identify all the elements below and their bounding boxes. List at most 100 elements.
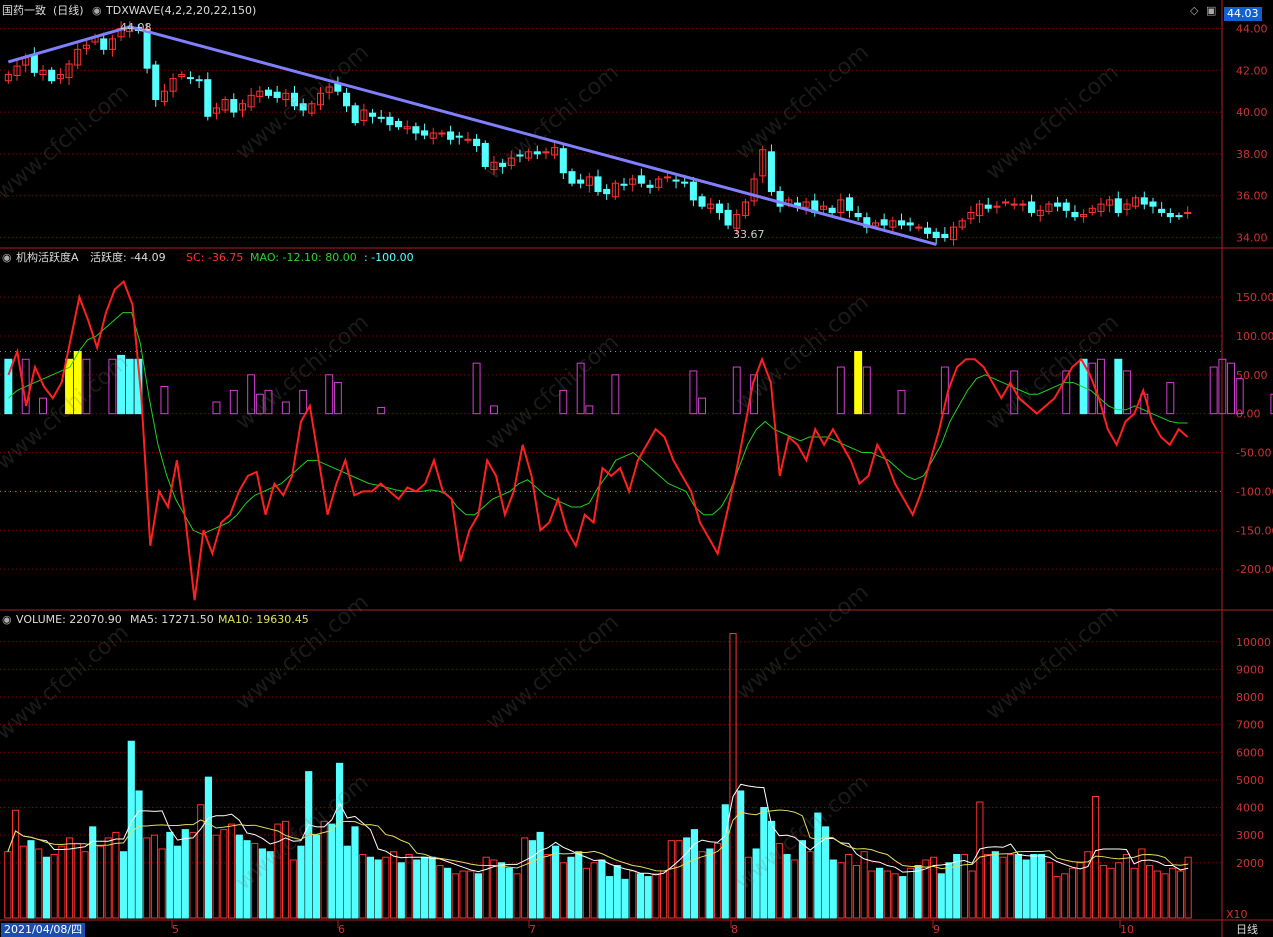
volume-bar — [1022, 859, 1030, 919]
candle-body — [646, 184, 654, 188]
candle-body — [30, 54, 38, 73]
volume-bar — [914, 865, 922, 919]
volume-bar — [621, 878, 629, 919]
indicator-label[interactable]: TDXWAVE(4,2,2,20,22,150) — [106, 4, 256, 18]
candle-body — [1028, 201, 1036, 213]
volume-bar — [420, 856, 429, 919]
volume-bar — [706, 848, 714, 919]
candle-body — [386, 116, 394, 126]
volume-bar — [605, 876, 614, 919]
panel2-collapse-icon[interactable]: ◉ — [2, 251, 12, 265]
candle-body — [542, 151, 550, 154]
ma10-label: MA10: 19630.45 — [218, 613, 309, 626]
volume-bar — [798, 840, 807, 919]
candle-body — [672, 179, 680, 182]
volume-bar — [42, 856, 51, 919]
candle-body — [100, 38, 108, 50]
candle-body — [620, 183, 628, 186]
candle-body — [568, 171, 576, 184]
volume-bar — [297, 845, 305, 919]
price-tick-label: 44.00 — [1236, 22, 1268, 35]
candle-body — [48, 69, 56, 82]
candle-body — [273, 91, 281, 98]
osc-tick-label: 50.00 — [1236, 369, 1268, 382]
candle-body — [577, 179, 585, 184]
volume-bar — [636, 873, 645, 919]
candle-body — [230, 99, 238, 113]
volume-bar — [783, 853, 791, 919]
diamond-icon[interactable]: ◇ — [1190, 4, 1198, 18]
window-toggle-icon[interactable]: ▣ — [1206, 4, 1216, 18]
candle-body — [377, 116, 385, 119]
period-tab[interactable]: 日线 — [1236, 923, 1258, 937]
volume-bar — [829, 859, 837, 919]
level-100-label: : -100.00 — [364, 251, 414, 264]
volume-bar — [1030, 853, 1038, 919]
candle-body — [1140, 197, 1148, 205]
osc-tick-label: -200.00 — [1236, 563, 1273, 576]
volume-bar — [536, 831, 544, 919]
volume-bar — [721, 804, 729, 919]
candle-body — [464, 138, 472, 141]
candle-body — [663, 176, 671, 179]
volume-bar — [613, 865, 621, 919]
candle-body — [906, 222, 914, 226]
candle-body — [1019, 203, 1027, 206]
volume-bar — [27, 840, 35, 919]
price-tick-label: 36.00 — [1236, 190, 1268, 203]
volume-bar — [413, 859, 421, 919]
collapse-icon[interactable]: ◉ — [92, 4, 102, 18]
candle-body — [923, 227, 932, 234]
candle-body — [1158, 208, 1166, 213]
candle-body — [984, 204, 992, 209]
ma5-label: MA5: 17271.50 — [130, 613, 214, 626]
candle-body — [1175, 215, 1183, 218]
osc-tick-label: -50.00 — [1236, 447, 1271, 460]
price-tick-label: 34.00 — [1236, 232, 1268, 245]
panel3-collapse-icon[interactable]: ◉ — [2, 613, 12, 627]
candle-body — [1071, 211, 1079, 218]
candle-body — [897, 220, 906, 226]
candle-body — [473, 138, 481, 147]
candle-body — [1149, 201, 1157, 207]
volume-bar — [374, 859, 382, 919]
month-tick-8: 8 — [731, 923, 738, 936]
candle-body — [1010, 203, 1018, 206]
month-tick-10: 10 — [1120, 923, 1134, 936]
period-label: (日线) — [53, 4, 84, 17]
candle-body — [395, 121, 403, 128]
stock-chart-svg: 34.00 36.00 38.00 40.00 42.00 44.00 150.00 100.… — [0, 0, 1273, 937]
volume-bar — [551, 845, 560, 919]
candle-body — [1062, 202, 1070, 211]
candle-body — [143, 29, 151, 69]
candle-body — [204, 79, 212, 117]
volume-bar — [181, 829, 189, 919]
candle-body — [447, 131, 455, 140]
volume-bar — [397, 862, 405, 919]
osc-tick-label: -100.00 — [1236, 485, 1273, 498]
candle-body — [637, 175, 645, 184]
volume-bar — [204, 776, 213, 919]
volume-bar — [119, 851, 128, 919]
volume-bar — [1014, 853, 1023, 919]
candle-body — [603, 188, 611, 195]
volume-bar — [945, 862, 953, 919]
volume-bar — [937, 873, 945, 919]
volume-bar — [737, 790, 745, 919]
osc-tick-label: -150.00 — [1236, 524, 1273, 537]
volume-tick-label: 6000 — [1236, 746, 1264, 759]
volume-bar — [644, 876, 652, 919]
volume-multiplier: X10 — [1226, 908, 1248, 921]
volume-bar — [366, 856, 375, 919]
volume-tick-label: 8000 — [1236, 691, 1264, 704]
volume-label[interactable]: VOLUME: 22070.90 — [16, 613, 122, 627]
panel2-value: 活跃度: -44.09 — [90, 251, 166, 264]
sc-label: SC: -36.75 — [186, 251, 244, 264]
volume-bar — [575, 851, 583, 919]
volume-bar — [351, 826, 359, 919]
candle-body — [559, 148, 567, 174]
candle-body — [1114, 198, 1122, 213]
volume-tick-label: 2000 — [1236, 857, 1264, 870]
month-tick-7: 7 — [529, 923, 536, 936]
panel2-name[interactable]: 机构活跃度A — [16, 251, 79, 265]
